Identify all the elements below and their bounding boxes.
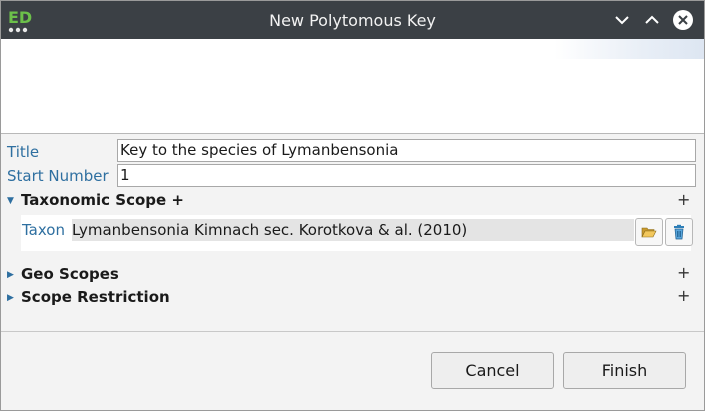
geo-scopes-label: Geo Scopes xyxy=(21,265,119,283)
title-bar[interactable]: ED New Polytomous Key xyxy=(1,1,704,39)
start-number-field[interactable]: 1 xyxy=(117,164,696,187)
finish-button[interactable]: Finish xyxy=(563,352,686,389)
scope-restriction-section[interactable]: ▶ Scope Restriction xyxy=(7,288,170,306)
add-scope-restriction-button[interactable]: + xyxy=(677,286,690,305)
taxon-row: Taxon Lymanbensonia Kimnach sec. Korotko… xyxy=(21,215,693,251)
add-taxonomic-scope-button[interactable]: + xyxy=(677,190,690,209)
taxonomic-scope-label: Taxonomic Scope + xyxy=(21,191,184,209)
close-icon[interactable] xyxy=(672,9,694,31)
taxonomic-scope-section[interactable]: ▼ Taxonomic Scope + xyxy=(7,191,184,209)
wizard-banner xyxy=(1,39,704,134)
cancel-button[interactable]: Cancel xyxy=(431,352,554,389)
scope-restriction-label: Scope Restriction xyxy=(21,288,170,306)
trash-icon xyxy=(674,224,684,240)
remove-taxon-button[interactable] xyxy=(665,218,693,246)
title-field[interactable]: Key to the species of Lymanbensonia xyxy=(117,139,696,162)
window-title: New Polytomous Key xyxy=(269,11,436,30)
maximize-icon[interactable] xyxy=(641,9,663,31)
open-folder-icon xyxy=(641,227,657,238)
start-number-label: Start Number xyxy=(7,167,109,185)
expanded-arrow-icon[interactable]: ▼ xyxy=(7,196,19,206)
title-label: Title xyxy=(7,143,40,161)
collapsed-arrow-icon[interactable]: ▶ xyxy=(7,270,19,280)
collapsed-arrow-icon[interactable]: ▶ xyxy=(7,293,19,303)
button-bar-separator xyxy=(1,331,704,332)
open-taxon-button[interactable] xyxy=(635,218,663,246)
add-geo-scope-button[interactable]: + xyxy=(677,263,690,282)
taxon-label: Taxon xyxy=(22,221,65,239)
taxon-value: Lymanbensonia Kimnach sec. Korotkova & a… xyxy=(72,219,634,241)
minimize-icon[interactable] xyxy=(611,9,633,31)
geo-scopes-section[interactable]: ▶ Geo Scopes xyxy=(7,265,119,283)
dialog-window: ED New Polytomous Key Title Key to the s… xyxy=(0,0,705,411)
banner-accent xyxy=(554,39,704,59)
